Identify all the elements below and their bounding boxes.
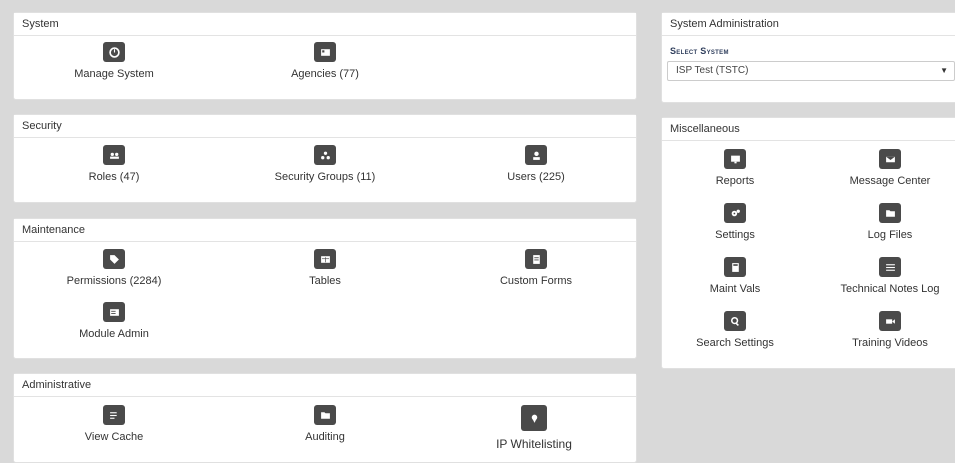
log-files-label: Log Files: [867, 229, 913, 241]
gauge-icon: [103, 42, 125, 62]
log-files-tile[interactable]: Log Files: [805, 203, 955, 241]
maintenance-panel: Maintenance Permissions (2284) Tables Cu…: [13, 218, 637, 359]
manage-system-tile[interactable]: Manage System: [29, 42, 199, 80]
system-administration-panel: System Administration Select System ISP …: [661, 12, 955, 103]
users-tile[interactable]: Users (225): [451, 145, 621, 183]
tables-tile[interactable]: Tables: [240, 249, 410, 287]
users-label: Users (225): [507, 171, 565, 183]
map-marker-icon: [521, 405, 547, 431]
security-groups-tile[interactable]: Security Groups (11): [240, 145, 410, 183]
table-icon: [314, 249, 336, 269]
technical-notes-log-tile[interactable]: Technical Notes Log: [805, 257, 955, 295]
maint-vals-label: Maint Vals: [709, 283, 761, 295]
training-videos-tile[interactable]: Training Videos: [805, 311, 955, 349]
agencies-label: Agencies (77): [291, 68, 359, 80]
technical-notes-log-label: Technical Notes Log: [840, 283, 940, 295]
system-administration-title: System Administration: [662, 13, 955, 36]
settings-tile[interactable]: Settings: [650, 203, 820, 241]
list-edit-icon: [103, 405, 125, 425]
maintenance-panel-title: Maintenance: [14, 219, 636, 242]
roles-label: Roles (47): [88, 171, 140, 183]
system-select[interactable]: ISP Test (TSTC) ▼: [667, 61, 955, 81]
user-icon: [525, 145, 547, 165]
roles-tile[interactable]: Roles (47): [29, 145, 199, 183]
video-camera-icon: [879, 311, 901, 331]
auditing-tile[interactable]: Auditing: [240, 405, 410, 443]
view-cache-tile[interactable]: View Cache: [29, 405, 199, 443]
miscellaneous-panel: Miscellaneous Reports Message Center Set…: [661, 117, 955, 369]
reports-tile[interactable]: Reports: [650, 149, 820, 187]
custom-forms-tile[interactable]: Custom Forms: [451, 249, 621, 287]
list-icon: [879, 257, 901, 277]
module-icon: [103, 302, 125, 322]
cogs-icon: [724, 203, 746, 223]
maint-vals-tile[interactable]: Maint Vals: [650, 257, 820, 295]
permissions-label: Permissions (2284): [66, 275, 162, 287]
select-system-label: Select System: [670, 46, 729, 56]
security-panel: Security Roles (47) Security Groups (11)…: [13, 114, 637, 203]
message-center-tile[interactable]: Message Center: [805, 149, 955, 187]
search-icon: [724, 311, 746, 331]
system-select-value: ISP Test (TSTC): [676, 65, 749, 76]
ip-whitelisting-label: IP Whitelisting: [496, 437, 572, 451]
administrative-panel: Administrative View Cache Auditing IP Wh…: [13, 373, 637, 463]
agencies-tile[interactable]: Agencies (77): [240, 42, 410, 80]
folder-open-icon: [314, 405, 336, 425]
view-cache-label: View Cache: [84, 431, 144, 443]
permissions-tile[interactable]: Permissions (2284): [29, 249, 199, 287]
ip-whitelisting-tile[interactable]: IP Whitelisting: [449, 405, 619, 451]
search-settings-tile[interactable]: Search Settings: [650, 311, 820, 349]
form-icon: [525, 249, 547, 269]
module-admin-tile[interactable]: Module Admin: [29, 302, 199, 340]
system-panel-title: System: [14, 13, 636, 36]
miscellaneous-panel-title: Miscellaneous: [662, 118, 955, 141]
custom-forms-label: Custom Forms: [499, 275, 573, 287]
reports-label: Reports: [715, 175, 755, 187]
envelope-icon: [879, 149, 901, 169]
auditing-label: Auditing: [305, 431, 345, 443]
manage-system-label: Manage System: [74, 68, 154, 80]
search-settings-label: Search Settings: [696, 337, 774, 349]
tables-label: Tables: [309, 275, 341, 287]
security-groups-label: Security Groups (11): [274, 171, 376, 183]
message-center-label: Message Center: [849, 175, 931, 187]
desktop-chart-icon: [724, 149, 746, 169]
module-admin-label: Module Admin: [79, 328, 149, 340]
users-group-icon: [103, 145, 125, 165]
tags-icon: [103, 249, 125, 269]
training-videos-label: Training Videos: [852, 337, 928, 349]
administrative-panel-title: Administrative: [14, 374, 636, 397]
settings-label: Settings: [715, 229, 755, 241]
folder-icon: [879, 203, 901, 223]
dropdown-caret-icon: ▼: [940, 66, 948, 75]
sitemap-icon: [314, 145, 336, 165]
picture-icon: [314, 42, 336, 62]
calculator-icon: [724, 257, 746, 277]
system-panel: System Manage System Agencies (77): [13, 12, 637, 100]
security-panel-title: Security: [14, 115, 636, 138]
